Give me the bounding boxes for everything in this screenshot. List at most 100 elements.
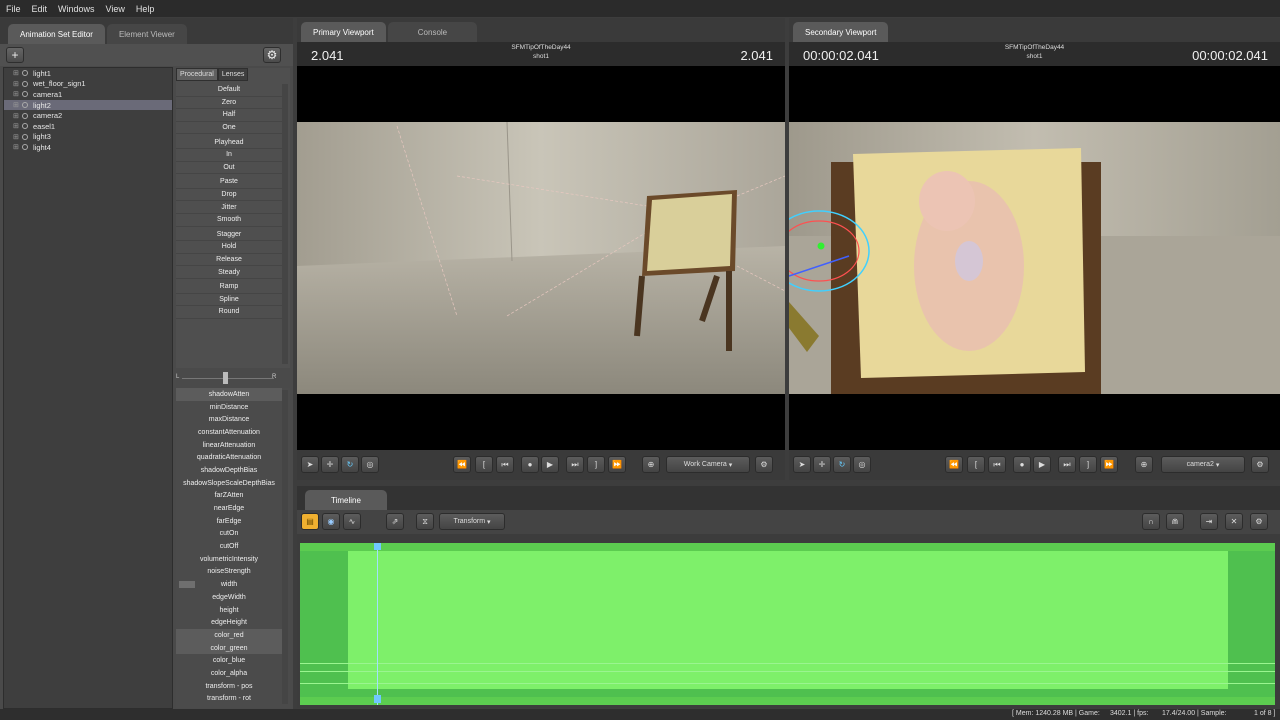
snap-icon[interactable]: ∩	[1142, 513, 1160, 530]
visibility-icon[interactable]	[22, 70, 28, 77]
timeline-gear-icon[interactable]: ⚙	[1250, 513, 1268, 530]
attribute-slider[interactable]: quadraticAttenuation	[176, 451, 282, 464]
play-icon[interactable]: ▶	[541, 456, 559, 473]
playhead-handle-top[interactable]	[374, 543, 381, 550]
graph-visibility-icon[interactable]: ◉	[322, 513, 340, 530]
secondary-render-view[interactable]	[789, 66, 1280, 450]
move-tool-icon[interactable]: ✛	[321, 456, 339, 473]
attribute-slider[interactable]: linearAttenuation	[176, 439, 282, 452]
add-button[interactable]: +	[6, 47, 24, 63]
attribute-slider[interactable]: height	[176, 604, 282, 617]
rewind-icon[interactable]: ⏪	[945, 456, 963, 473]
tree-item[interactable]: ⊞ camera1	[4, 89, 172, 100]
playhead[interactable]	[377, 543, 378, 705]
transform-dropdown[interactable]: Transform ▾	[439, 513, 505, 530]
tab-timeline[interactable]: Timeline	[305, 490, 387, 510]
viewport-gear-icon[interactable]: ⚙	[755, 456, 773, 473]
prev-key-icon[interactable]: [	[475, 456, 493, 473]
fast-forward-icon[interactable]: ⏩	[1100, 456, 1118, 473]
script-icon[interactable]: ⇗	[386, 513, 404, 530]
preset-button[interactable]: Spline	[176, 294, 282, 307]
menu-help[interactable]: Help	[136, 4, 155, 14]
expand-icon[interactable]: ⊞	[13, 80, 20, 88]
attribute-slider[interactable]: volumetricIntensity	[176, 553, 282, 566]
expand-icon[interactable]: ⊞	[13, 122, 20, 130]
camera-dropdown[interactable]: Work Camera ▾	[666, 456, 750, 473]
next-frame-icon[interactable]: ⏭	[1058, 456, 1076, 473]
tab-primary-viewport[interactable]: Primary Viewport	[301, 22, 386, 42]
menu-view[interactable]: View	[106, 4, 125, 14]
menu-file[interactable]: File	[6, 4, 21, 14]
attribute-slider[interactable]: color_red	[176, 629, 282, 642]
primary-render-view[interactable]	[297, 66, 785, 450]
camera-target-icon[interactable]: ⊕	[642, 456, 660, 473]
preset-button[interactable]: Paste	[176, 176, 282, 189]
preset-button[interactable]: Steady	[176, 266, 282, 279]
camera-target-icon[interactable]: ⊕	[1135, 456, 1153, 473]
mute-icon[interactable]: ✕	[1225, 513, 1243, 530]
prev-frame-icon[interactable]: ⏮	[496, 456, 514, 473]
rotate-tool-icon[interactable]: ↻	[833, 456, 851, 473]
rewind-icon[interactable]: ⏪	[453, 456, 471, 473]
tab-console[interactable]: Console	[387, 22, 478, 42]
prev-key-icon[interactable]: [	[967, 456, 985, 473]
tree-item[interactable]: ⊞ light3	[4, 132, 172, 143]
visibility-icon[interactable]	[22, 112, 28, 119]
slider-handle[interactable]	[223, 372, 228, 384]
attribute-slider[interactable]: farZAtten	[176, 490, 282, 503]
attribute-slider[interactable]: transform - pos	[176, 680, 282, 693]
preset-button[interactable]: Half	[176, 109, 282, 122]
attribute-slider[interactable]: maxDistance	[176, 413, 282, 426]
expand-icon[interactable]: ⊞	[13, 133, 20, 141]
preset-button[interactable]: Zero	[176, 97, 282, 110]
attribute-slider[interactable]: transform - rot	[176, 693, 282, 706]
pivot-tool-icon[interactable]: ◎	[361, 456, 379, 473]
fast-forward-icon[interactable]: ⏩	[608, 456, 626, 473]
tree-item[interactable]: ⊞ light1	[4, 68, 172, 79]
tab-lenses[interactable]: Lenses	[217, 68, 249, 81]
tree-item[interactable]: ⊞ camera2	[4, 110, 172, 121]
visibility-icon[interactable]	[22, 123, 28, 130]
visibility-icon[interactable]	[22, 80, 28, 87]
tab-animation-set-editor[interactable]: Animation Set Editor	[8, 24, 105, 44]
menu-edit[interactable]: Edit	[32, 4, 48, 14]
expand-icon[interactable]: ⊞	[13, 69, 20, 77]
menu-windows[interactable]: Windows	[58, 4, 95, 14]
preset-button[interactable]: Ramp	[176, 281, 282, 294]
visibility-icon[interactable]	[22, 144, 28, 151]
viewport-gear-icon[interactable]: ⚙	[1251, 456, 1269, 473]
timeline-track-area[interactable]	[300, 543, 1275, 705]
attribute-slider[interactable]: color_blue	[176, 654, 282, 667]
preset-button[interactable]: Round	[176, 306, 282, 319]
tree-item[interactable]: ⊞ easel1	[4, 121, 172, 132]
graph-editor-icon[interactable]: ∿	[343, 513, 361, 530]
attribute-slider[interactable]: nearEdge	[176, 502, 282, 515]
preset-button[interactable]: Stagger	[176, 229, 282, 242]
preset-button[interactable]: Release	[176, 254, 282, 267]
rotate-tool-icon[interactable]: ↻	[341, 456, 359, 473]
tab-secondary-viewport[interactable]: Secondary Viewport	[793, 22, 889, 42]
tree-item[interactable]: ⊞ light2	[4, 99, 172, 111]
preset-button[interactable]: Drop	[176, 189, 282, 202]
camera-dropdown[interactable]: camera2 ▾	[1161, 456, 1245, 473]
gear-icon[interactable]: ⚙	[263, 47, 281, 63]
visibility-icon[interactable]	[22, 133, 28, 140]
preset-button[interactable]: Jitter	[176, 201, 282, 214]
attribute-slider[interactable]: farEdge	[176, 515, 282, 528]
preset-button[interactable]: One	[176, 122, 282, 135]
attribute-slider[interactable]: cutOff	[176, 540, 282, 553]
attribute-slider[interactable]: color_alpha	[176, 667, 282, 680]
attribute-slider[interactable]: width	[176, 578, 282, 591]
attribute-slider[interactable]: noiseStrength	[176, 566, 282, 579]
attribute-slider[interactable]: edgeHeight	[176, 616, 282, 629]
preset-button[interactable]: In	[176, 149, 282, 162]
tab-procedural[interactable]: Procedural	[176, 68, 218, 81]
play-icon[interactable]: ▶	[1033, 456, 1051, 473]
attribute-slider[interactable]: cutOn	[176, 528, 282, 541]
motion-editor-icon[interactable]: ▤	[301, 513, 319, 530]
tree-item[interactable]: ⊞ light4	[4, 142, 172, 153]
attribute-slider[interactable]: shadowAtten	[176, 388, 282, 401]
attribute-slider[interactable]: shadowSlopeScaleDepthBias	[176, 477, 282, 490]
preset-button[interactable]: Out	[176, 162, 282, 175]
record-icon[interactable]: ●	[521, 456, 539, 473]
